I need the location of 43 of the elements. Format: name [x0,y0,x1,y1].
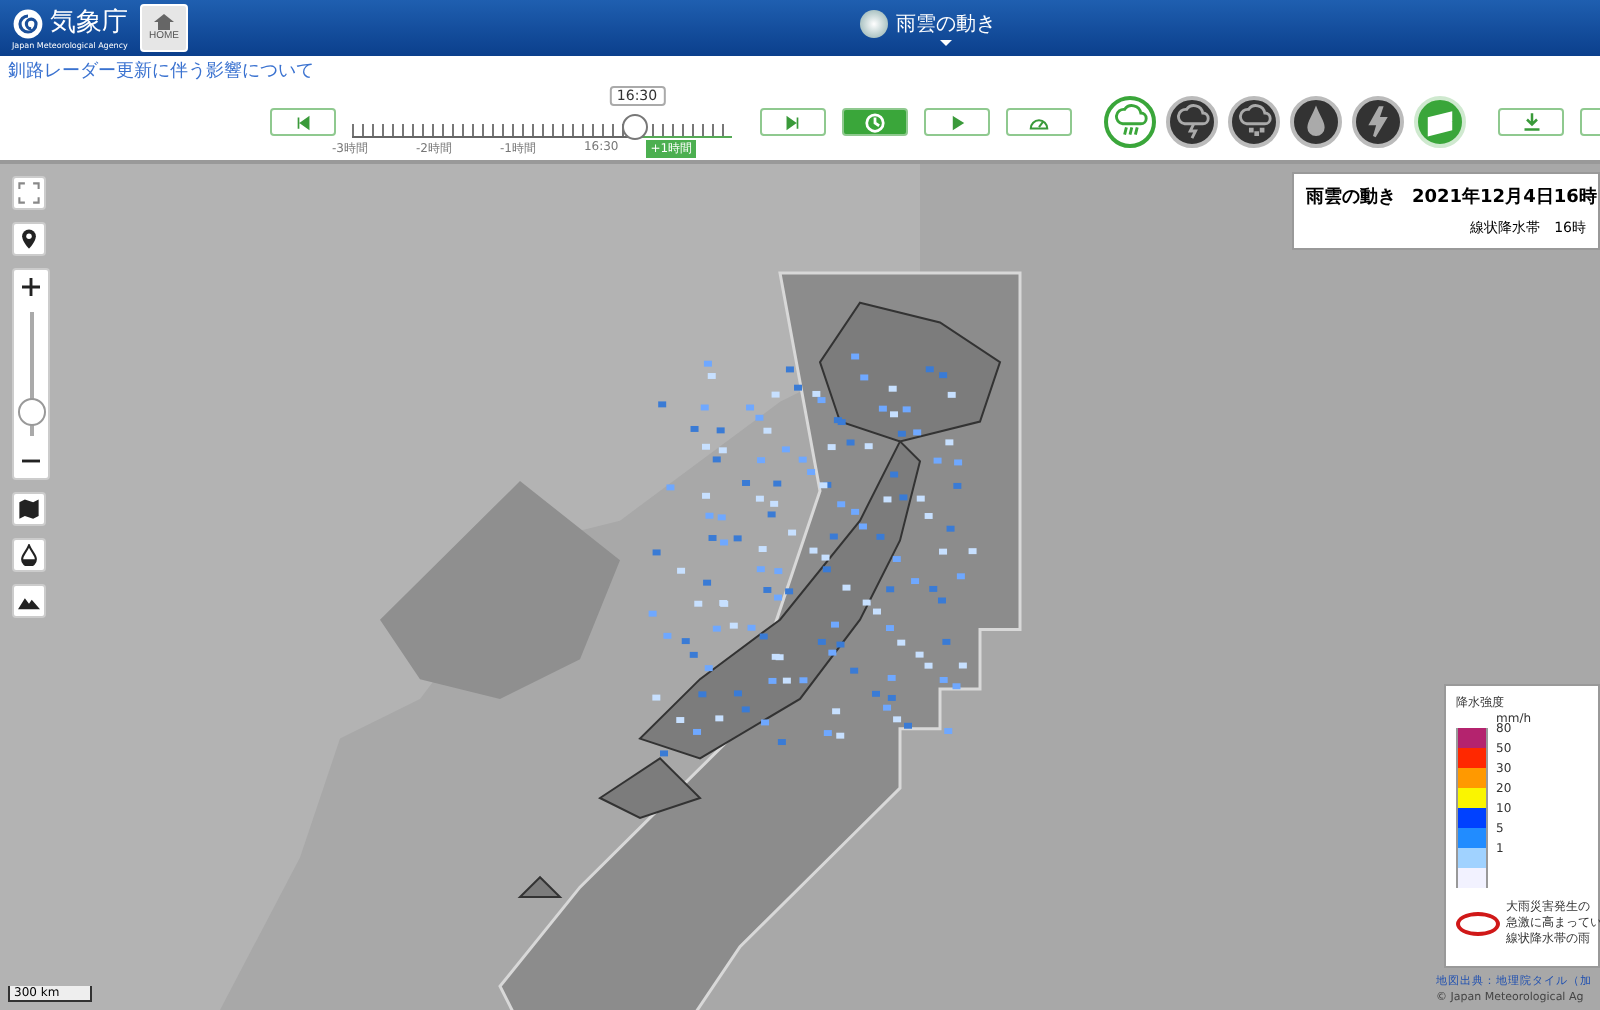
location-pin-button[interactable] [12,222,46,256]
play-icon [948,113,966,131]
fullscreen-icon [18,182,40,204]
time-slider-thumb[interactable] [621,114,647,140]
terrain-button[interactable] [12,584,46,618]
hail-cloud-icon [1236,104,1272,140]
skip-end-icon [784,113,802,131]
info-title: 雨雲の動き [1306,185,1396,210]
rain-layer-button[interactable] [1104,96,1156,148]
swirl-icon [12,7,44,39]
skip-to-start-button[interactable] [270,108,336,136]
plus-icon [22,278,40,296]
notice-link[interactable]: 釧路レーダー更新に伴う影響について [0,56,1600,84]
latest-time-button[interactable] [842,108,908,136]
speed-button[interactable] [1006,108,1072,136]
play-button[interactable] [924,108,990,136]
thunder-cloud-layer-button[interactable] [1166,96,1218,148]
zoom-slider-track[interactable] [17,312,45,436]
rain-icon [1112,104,1148,140]
water-drop-icon [18,544,40,566]
download-button[interactable] [1498,108,1564,136]
globe-icon [860,10,888,38]
lightning-layer-button[interactable] [1352,96,1404,148]
download-icon [1521,112,1541,132]
zoom-slider-thumb[interactable] [17,398,45,426]
folded-map-icon [18,498,40,520]
band-layer-button[interactable] [1414,96,1466,148]
hail-cloud-layer-button[interactable] [1228,96,1280,148]
drop-layer-button[interactable] [1290,96,1342,148]
oval-icon [1456,912,1500,936]
clock-icon [864,111,886,133]
location-pin-icon [18,228,40,250]
time-slider-track[interactable] [352,114,732,144]
house-icon [152,14,176,30]
water-drop-button[interactable] [12,538,46,572]
skip-start-icon [294,113,312,131]
info-datetime: 2021年12月4日16時 [1412,184,1597,210]
thunder-cloud-icon [1174,104,1210,140]
agency-name: 気象庁 [50,8,128,38]
skip-to-end-button[interactable] [760,108,826,136]
fullscreen-button[interactable] [12,176,46,210]
page-title-menu[interactable]: 雨雲の動き [860,10,996,38]
map-layer-button[interactable] [12,492,46,526]
